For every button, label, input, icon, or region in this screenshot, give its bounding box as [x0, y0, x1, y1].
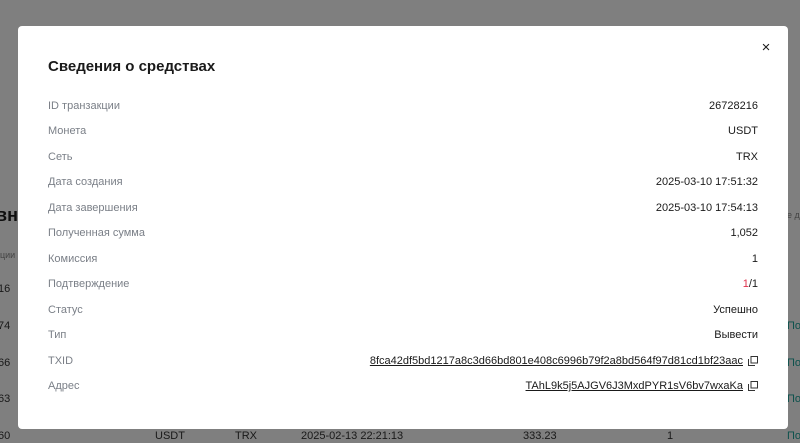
detail-value: USDT: [728, 125, 758, 138]
detail-row-status: Статус Успешно: [48, 297, 758, 323]
detail-row-completed-date: Дата завершения 2025-03-10 17:54:13: [48, 195, 758, 221]
detail-row-transaction-id: ID транзакции 26728216: [48, 93, 758, 119]
address-link[interactable]: TAhL9k5j5AJGV6J3MxdPYR1sV6bv7wxaKa: [526, 380, 743, 392]
detail-row-created-date: Дата создания 2025-03-10 17:51:32: [48, 170, 758, 196]
confirmation-total: /1: [748, 278, 758, 291]
detail-label: TXID: [48, 354, 74, 367]
txid-value: 8fca42df5bd1217a8c3d66bd801e408c6996b79f…: [370, 355, 758, 367]
close-icon: ×: [761, 39, 771, 56]
detail-label: Адрес: [48, 380, 80, 393]
detail-row-txid: TXID 8fca42df5bd1217a8c3d66bd801e408c699…: [48, 348, 758, 374]
confirmation-value: 1/1: [743, 278, 758, 290]
detail-value: 2025-03-10 17:51:32: [655, 176, 758, 189]
detail-label: Тип: [48, 329, 67, 342]
detail-row-received-amount: Полученная сумма 1,052: [48, 221, 758, 247]
detail-value: 26728216: [709, 99, 758, 112]
detail-label: Сеть: [48, 150, 73, 163]
close-button[interactable]: ×: [758, 40, 774, 56]
txid-link[interactable]: 8fca42df5bd1217a8c3d66bd801e408c6996b79f…: [370, 355, 743, 367]
address-value: TAhL9k5j5AJGV6J3MxdPYR1sV6bv7wxaKa: [526, 380, 758, 392]
detail-row-address: Адрес TAhL9k5j5AJGV6J3MxdPYR1sV6bv7wxaKa: [48, 374, 758, 400]
funds-details-modal: Сведения о средствах × ID транзакции 267…: [18, 26, 788, 429]
detail-label: Дата завершения: [48, 201, 138, 214]
detail-label: Комиссия: [48, 252, 98, 265]
copy-icon[interactable]: [748, 381, 758, 392]
copy-icon[interactable]: [748, 355, 758, 366]
detail-label: Полученная сумма: [48, 227, 145, 240]
detail-label: Подтверждение: [48, 278, 130, 291]
detail-row-coin: Монета USDT: [48, 119, 758, 145]
detail-label: ID транзакции: [48, 99, 120, 112]
detail-row-confirmation: Подтверждение 1/1: [48, 272, 758, 298]
detail-label: Статус: [48, 303, 83, 316]
detail-label: Дата создания: [48, 176, 123, 189]
detail-value: 2025-03-10 17:54:13: [655, 201, 758, 214]
detail-value: Вывести: [714, 329, 758, 342]
detail-value: 1,052: [730, 227, 758, 240]
detail-value: TRX: [736, 150, 758, 163]
detail-row-fee: Комиссия 1: [48, 246, 758, 272]
detail-row-type: Тип Вывести: [48, 323, 758, 349]
modal-title: Сведения о средствах: [48, 58, 216, 75]
status-value: Успешно: [713, 303, 758, 316]
detail-value: 1: [751, 252, 758, 265]
detail-row-network: Сеть TRX: [48, 144, 758, 170]
details-list: ID транзакции 26728216 Монета USDT Сеть …: [48, 93, 758, 399]
detail-label: Монета: [48, 125, 87, 138]
